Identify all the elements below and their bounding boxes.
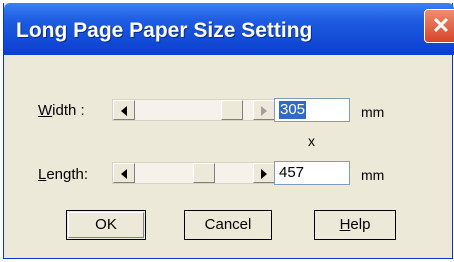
width-slider[interactable]	[112, 99, 276, 121]
width-field[interactable]: 305	[274, 98, 350, 122]
cancel-button[interactable]: Cancel	[184, 210, 272, 240]
arrow-left-icon	[121, 106, 127, 116]
arrow-right-icon	[261, 169, 267, 179]
dimension-separator: x	[308, 133, 315, 149]
width-label: Width :	[38, 102, 85, 119]
width-unit: mm	[361, 104, 385, 120]
arrow-left-icon	[121, 169, 127, 179]
length-increase-button[interactable]	[253, 163, 275, 183]
ok-button[interactable]: OK	[66, 210, 146, 240]
cancel-button-label: Cancel	[204, 216, 252, 233]
help-button[interactable]: Help	[314, 210, 396, 240]
width-slider-thumb[interactable]	[221, 100, 244, 120]
length-slider-thumb[interactable]	[192, 163, 215, 183]
length-value: 457	[279, 164, 305, 181]
close-icon: ✕	[431, 13, 451, 38]
length-slider[interactable]	[112, 162, 276, 184]
help-button-label: Help	[339, 216, 371, 233]
width-value: 305	[279, 101, 307, 119]
length-unit: mm	[361, 167, 385, 183]
length-field[interactable]: 457	[274, 161, 350, 185]
dialog-window: Long Page Paper Size Setting Width : 305…	[3, 3, 454, 259]
length-decrease-button[interactable]	[113, 163, 135, 183]
dialog-title: Long Page Paper Size Setting	[16, 19, 313, 42]
arrow-right-icon	[261, 106, 267, 116]
close-button[interactable]: ✕	[424, 9, 454, 43]
width-increase-button[interactable]	[253, 100, 275, 120]
width-decrease-button[interactable]	[113, 100, 135, 120]
title-bar[interactable]: Long Page Paper Size Setting	[4, 3, 454, 55]
ok-button-label: OK	[95, 216, 117, 233]
length-label: Length:	[38, 166, 89, 183]
